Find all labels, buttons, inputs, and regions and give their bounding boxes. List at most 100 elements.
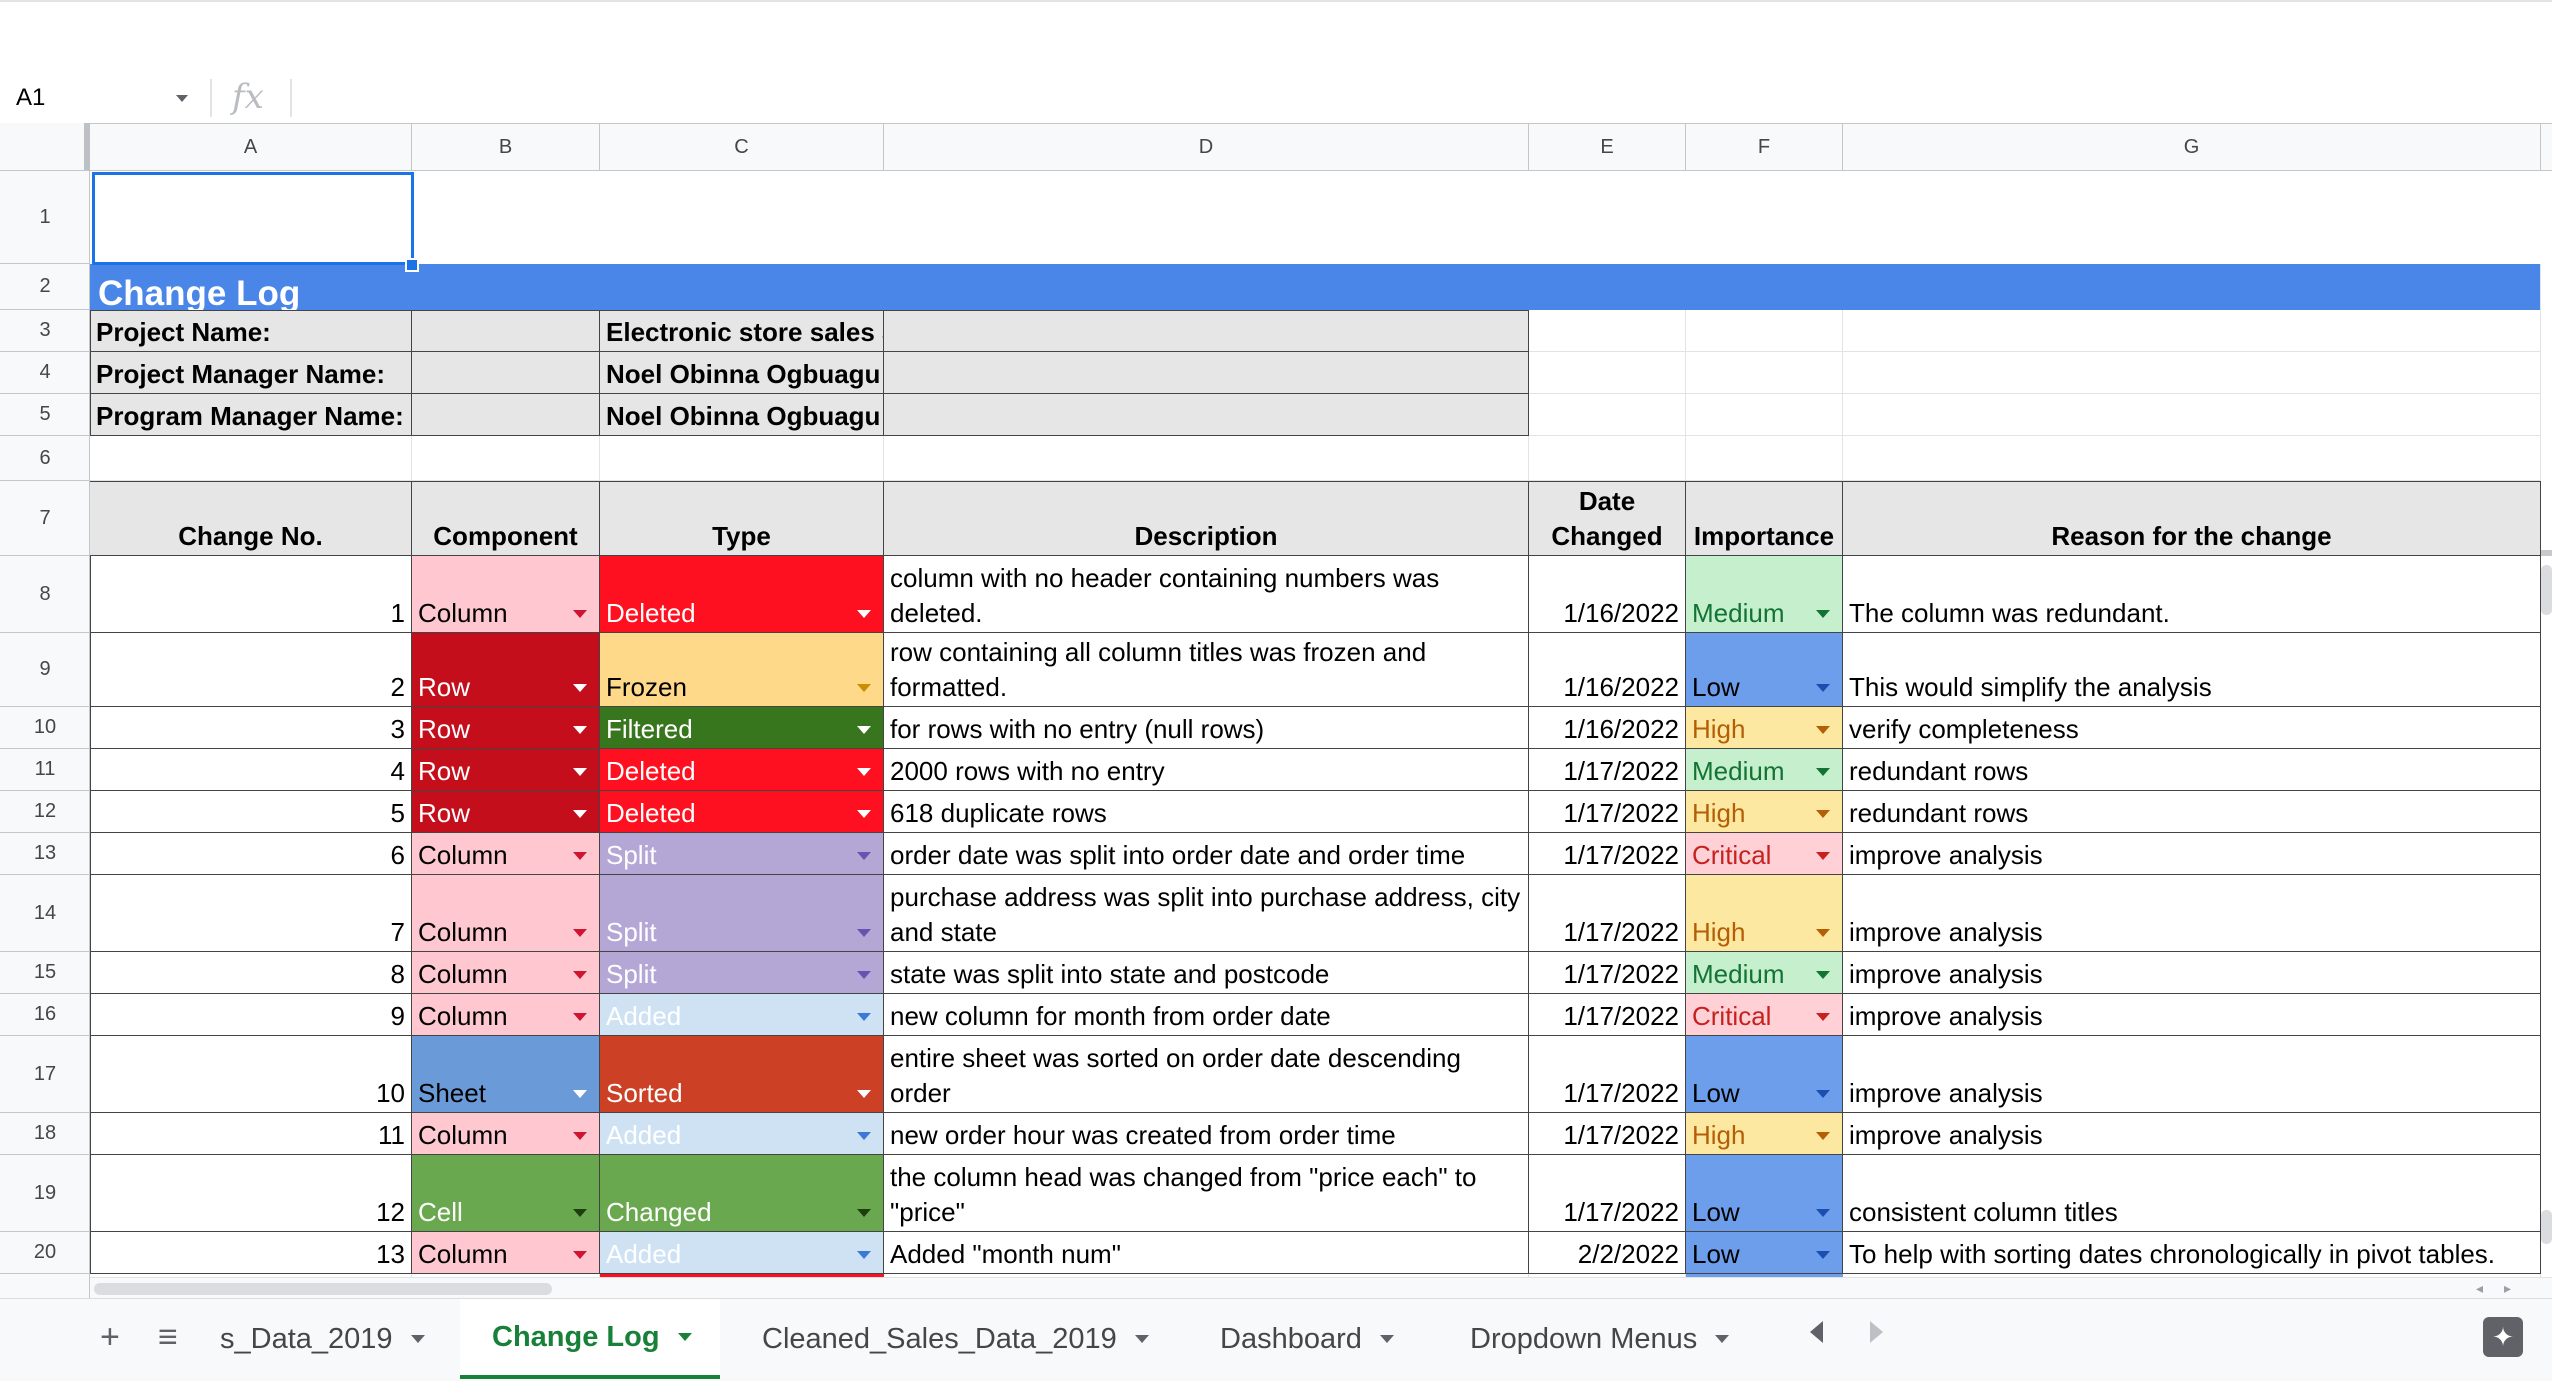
dropdown-arrow-icon[interactable] bbox=[1816, 1090, 1830, 1098]
horizontal-scroll-thumb[interactable] bbox=[94, 1283, 552, 1295]
dropdown-arrow-icon[interactable] bbox=[573, 1013, 587, 1021]
type-dropdown[interactable]: Deleted bbox=[600, 749, 884, 791]
row-header-19[interactable]: 19 bbox=[0, 1155, 90, 1232]
component-dropdown[interactable]: Row bbox=[412, 791, 600, 833]
importance-dropdown[interactable]: Low bbox=[1686, 633, 1843, 707]
row-header-2[interactable]: 2 bbox=[0, 264, 90, 310]
dropdown-arrow-icon[interactable] bbox=[857, 1013, 871, 1021]
dropdown-arrow-icon[interactable] bbox=[573, 610, 587, 618]
tab-sales-data-2019[interactable]: s_Data_2019 bbox=[212, 1299, 452, 1379]
column-header-c[interactable]: C bbox=[600, 123, 884, 171]
dropdown-arrow-icon[interactable] bbox=[573, 1090, 587, 1098]
component-dropdown[interactable]: Column bbox=[412, 952, 600, 994]
select-all-corner[interactable] bbox=[0, 123, 90, 171]
row-header-7[interactable]: 7 bbox=[0, 481, 90, 556]
dropdown-arrow-icon[interactable] bbox=[857, 1090, 871, 1098]
name-box[interactable]: A1 bbox=[16, 83, 196, 113]
tab-scroll-left-icon[interactable] bbox=[1810, 1321, 1823, 1343]
component-dropdown[interactable]: Sheet bbox=[412, 1036, 600, 1113]
scroll-right-icon[interactable]: ▸ bbox=[2504, 1280, 2511, 1297]
column-header-a[interactable]: A bbox=[90, 123, 412, 171]
row-header-12[interactable]: 12 bbox=[0, 791, 90, 833]
explore-icon[interactable]: ✦ bbox=[2483, 1317, 2523, 1357]
dropdown-arrow-icon[interactable] bbox=[1816, 726, 1830, 734]
dropdown-arrow-icon[interactable] bbox=[1816, 610, 1830, 618]
dropdown-arrow-icon[interactable] bbox=[857, 610, 871, 618]
plus-icon[interactable]: + bbox=[100, 1317, 120, 1357]
vertical-scroll-thumb[interactable] bbox=[2541, 565, 2552, 615]
row-header-18[interactable]: 18 bbox=[0, 1113, 90, 1155]
dropdown-arrow-icon[interactable] bbox=[857, 684, 871, 692]
type-dropdown[interactable]: Added bbox=[600, 1113, 884, 1155]
row-header-16[interactable]: 16 bbox=[0, 994, 90, 1036]
importance-dropdown[interactable]: Medium bbox=[1686, 749, 1843, 791]
dropdown-arrow-icon[interactable] bbox=[573, 684, 587, 692]
spreadsheet-grid[interactable]: A B C D E F G 1 2 3 4 5 6 7 8 9 10 11 12 13 14 15 16 17 18 19 20 Ch… bbox=[0, 123, 2552, 1298]
dropdown-arrow-icon[interactable] bbox=[857, 810, 871, 818]
component-dropdown[interactable]: Cell bbox=[412, 1155, 600, 1232]
dropdown-arrow-icon[interactable] bbox=[857, 929, 871, 937]
row-header-9[interactable]: 9 bbox=[0, 633, 90, 707]
tab-dashboard[interactable]: Dashboard bbox=[1192, 1299, 1432, 1379]
component-dropdown[interactable]: Row bbox=[412, 707, 600, 749]
dropdown-arrow-icon[interactable] bbox=[857, 1209, 871, 1217]
importance-dropdown[interactable]: Low bbox=[1686, 1155, 1843, 1232]
dropdown-arrow-icon[interactable] bbox=[1816, 1251, 1830, 1259]
row-header-4[interactable]: 4 bbox=[0, 352, 90, 394]
column-header-d[interactable]: D bbox=[884, 123, 1529, 171]
row-header-11[interactable]: 11 bbox=[0, 749, 90, 791]
dropdown-arrow-icon[interactable] bbox=[1816, 852, 1830, 860]
type-dropdown[interactable]: Added bbox=[600, 994, 884, 1036]
dropdown-arrow-icon[interactable] bbox=[1816, 929, 1830, 937]
type-dropdown[interactable]: Split bbox=[600, 952, 884, 994]
row-header-6[interactable]: 6 bbox=[0, 436, 90, 481]
type-dropdown[interactable]: Filtered bbox=[600, 707, 884, 749]
type-dropdown[interactable]: Split bbox=[600, 833, 884, 875]
importance-dropdown[interactable]: High bbox=[1686, 875, 1843, 952]
column-header-e[interactable]: E bbox=[1529, 123, 1686, 171]
component-dropdown[interactable]: Column bbox=[412, 994, 600, 1036]
component-dropdown[interactable]: Column bbox=[412, 556, 600, 633]
type-dropdown[interactable]: Deleted bbox=[600, 791, 884, 833]
row-header-1[interactable]: 1 bbox=[0, 171, 90, 264]
dropdown-arrow-icon[interactable] bbox=[857, 1132, 871, 1140]
scroll-left-icon[interactable]: ◂ bbox=[2476, 1280, 2483, 1297]
row-header-20[interactable]: 20 bbox=[0, 1232, 90, 1274]
tab-menu-icon[interactable] bbox=[410, 1335, 425, 1343]
dropdown-arrow-icon[interactable] bbox=[857, 852, 871, 860]
dropdown-arrow-icon[interactable] bbox=[573, 929, 587, 937]
importance-dropdown[interactable]: Critical bbox=[1686, 994, 1843, 1036]
column-header-g[interactable]: G bbox=[1843, 123, 2541, 171]
row-header-8[interactable]: 8 bbox=[0, 556, 90, 633]
row-header-13[interactable]: 13 bbox=[0, 833, 90, 875]
type-dropdown[interactable]: Added bbox=[600, 1232, 884, 1274]
dropdown-arrow-icon[interactable] bbox=[1816, 1013, 1830, 1021]
list-icon[interactable]: ≡ bbox=[158, 1317, 178, 1357]
importance-dropdown[interactable]: Critical bbox=[1686, 833, 1843, 875]
component-dropdown[interactable]: Row bbox=[412, 633, 600, 707]
row-header-17[interactable]: 17 bbox=[0, 1036, 90, 1113]
dropdown-arrow-icon[interactable] bbox=[857, 768, 871, 776]
importance-dropdown[interactable]: High bbox=[1686, 1113, 1843, 1155]
importance-dropdown[interactable]: Low bbox=[1686, 1036, 1843, 1113]
fill-handle[interactable] bbox=[405, 258, 419, 272]
dropdown-arrow-icon[interactable] bbox=[573, 852, 587, 860]
dropdown-arrow-icon[interactable] bbox=[1816, 1132, 1830, 1140]
type-dropdown[interactable]: Sorted bbox=[600, 1036, 884, 1113]
tab-menu-icon[interactable] bbox=[1715, 1335, 1730, 1343]
vertical-scroll-indicator[interactable] bbox=[2541, 1210, 2552, 1244]
tab-menu-icon[interactable] bbox=[1134, 1335, 1149, 1343]
dropdown-arrow-icon[interactable] bbox=[573, 810, 587, 818]
row-header-3[interactable]: 3 bbox=[0, 310, 90, 352]
horizontal-scrollbar[interactable]: ◂ ▸ bbox=[90, 1277, 2552, 1299]
type-dropdown[interactable]: Deleted bbox=[600, 556, 884, 633]
dropdown-arrow-icon[interactable] bbox=[857, 971, 871, 979]
dropdown-arrow-icon[interactable] bbox=[857, 1251, 871, 1259]
row-header-14[interactable]: 14 bbox=[0, 875, 90, 952]
type-dropdown[interactable]: Frozen bbox=[600, 633, 884, 707]
importance-dropdown[interactable]: Medium bbox=[1686, 952, 1843, 994]
tab-menu-icon[interactable] bbox=[677, 1333, 692, 1341]
importance-dropdown[interactable]: Low bbox=[1686, 1232, 1843, 1274]
importance-dropdown[interactable]: High bbox=[1686, 791, 1843, 833]
component-dropdown[interactable]: Column bbox=[412, 875, 600, 952]
